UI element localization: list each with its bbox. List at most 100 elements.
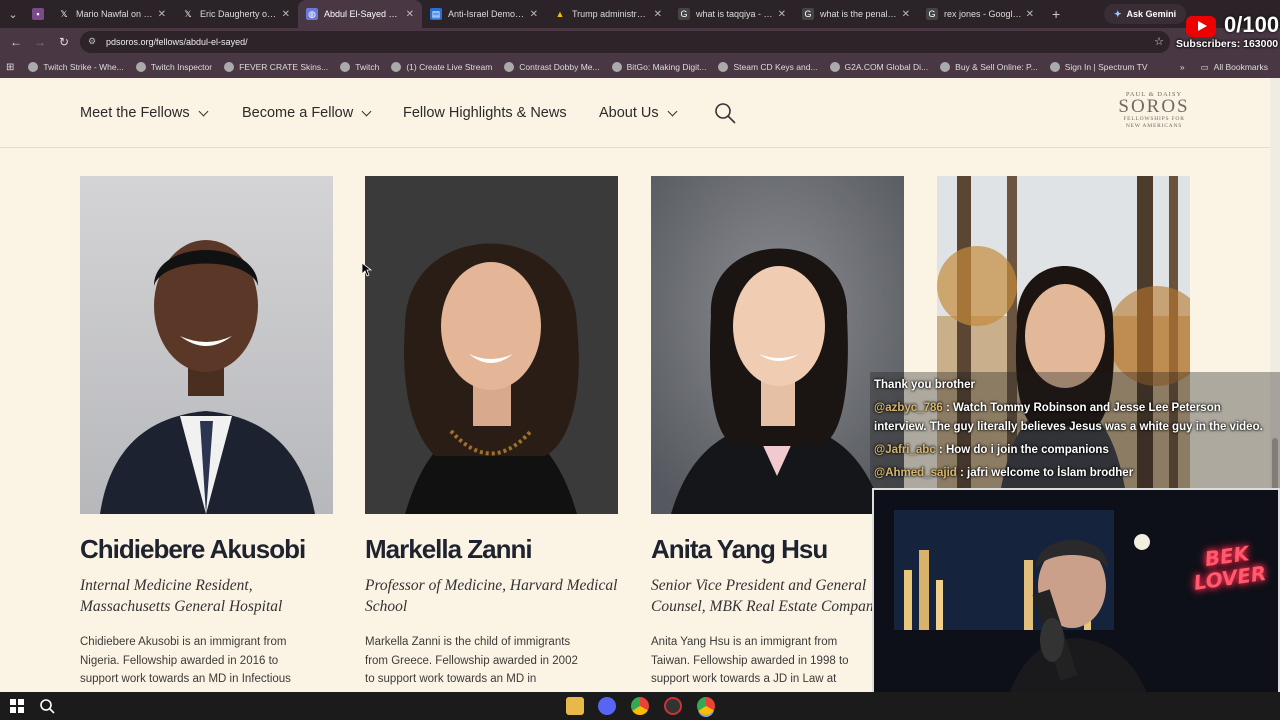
back-arrow-icon[interactable]: ← bbox=[4, 35, 28, 49]
tab-title: Mario Nawfal on X: "I bbox=[76, 9, 154, 19]
folder-icon: ▭ bbox=[1200, 61, 1209, 72]
browser-tab[interactable]: ▲ Trump administration ✕ bbox=[546, 0, 670, 28]
close-tab-icon[interactable]: ✕ bbox=[778, 9, 786, 20]
chat-message: interview. The guy literally believes Je… bbox=[874, 418, 1263, 437]
chrome-active-icon[interactable] bbox=[697, 697, 715, 715]
tab-title: Anti-Israel Democrat bbox=[448, 9, 526, 19]
fellow-bio: Chidiebere Akusobi is an immigrant from … bbox=[80, 636, 291, 692]
ask-gemini-label: Ask Gemini bbox=[1126, 9, 1177, 19]
browser-tab[interactable]: ▤ Anti-Israel Democrat ✕ bbox=[422, 0, 546, 28]
fellow-role: Senior Vice President and General Counse… bbox=[651, 577, 881, 615]
bookmark-label: Steam CD Keys and... bbox=[733, 62, 818, 72]
browser-tab[interactable]: Grex jones - Google Se ✕ bbox=[918, 0, 1042, 28]
file-explorer-icon[interactable] bbox=[566, 697, 584, 715]
globe-icon: ◍ bbox=[306, 8, 318, 20]
chat-message: @Jafri_abc : How do i join the companion… bbox=[874, 441, 1109, 460]
nav-fellow-highlights[interactable]: Fellow Highlights & News bbox=[403, 105, 567, 121]
fellow-name[interactable]: Markella Zanni bbox=[365, 534, 618, 565]
chat-user: @Ahmed_sajid bbox=[874, 467, 957, 479]
nav-label: Become a Fellow bbox=[242, 105, 354, 121]
bookmark-star-icon[interactable]: ☆ bbox=[1154, 35, 1164, 48]
close-tab-icon[interactable]: ✕ bbox=[158, 9, 166, 20]
tab-title: rex jones - Google Se bbox=[944, 9, 1022, 19]
forward-arrow-icon[interactable]: → bbox=[28, 35, 52, 49]
nav-label: Meet the Fellows bbox=[80, 105, 190, 121]
fellow-photo[interactable] bbox=[365, 176, 618, 514]
browser-tab[interactable]: 𝕏 Mario Nawfal on X: "I ✕ bbox=[50, 0, 174, 28]
close-tab-icon[interactable]: ✕ bbox=[530, 9, 538, 20]
bookmark-item[interactable]: G2A.COM Global Di... bbox=[829, 62, 929, 72]
fellow-photo[interactable] bbox=[651, 176, 904, 514]
new-tab-button[interactable]: + bbox=[1042, 6, 1070, 22]
fellow-name[interactable]: Anita Yang Hsu bbox=[651, 534, 904, 565]
bookmark-favicon-icon bbox=[718, 62, 729, 72]
bookmark-favicon-icon bbox=[611, 62, 622, 72]
fellow-card[interactable]: Markella Zanni Professor of Medicine, Ha… bbox=[365, 176, 618, 692]
browser-toolbar: ← → ↻ ⚙ pdsoros.org/fellows/abdul-el-say… bbox=[0, 28, 1280, 56]
chrome-icon[interactable] bbox=[631, 697, 649, 715]
tab-group-icon[interactable]: ▪ bbox=[26, 0, 50, 28]
mouse-cursor-icon bbox=[362, 263, 372, 277]
site-info-icon[interactable]: ⚙ bbox=[88, 36, 100, 48]
browser-tab[interactable]: 𝕏 Eric Daugherty on X: " ✕ bbox=[174, 0, 298, 28]
soros-fellowship-logo[interactable]: PAUL & DAISY SOROS FELLOWSHIPS FOR NEW A… bbox=[1117, 91, 1191, 130]
obs-icon[interactable] bbox=[664, 697, 682, 715]
browser-tab[interactable]: ◍ Abdul El-Sayed – Pau ✕ bbox=[298, 0, 422, 28]
tab-title: what is the penalty fo bbox=[820, 9, 898, 19]
search-icon[interactable] bbox=[38, 697, 56, 715]
subscriber-count: Subscribers: 163000 bbox=[1176, 38, 1279, 50]
reload-icon[interactable]: ↻ bbox=[52, 35, 76, 49]
search-icon[interactable] bbox=[714, 102, 736, 124]
all-bookmarks-button[interactable]: » ▭ All Bookmarks bbox=[1180, 56, 1268, 78]
close-tab-icon[interactable]: ✕ bbox=[902, 9, 910, 20]
browser-tab[interactable]: Gwhat is taqqiya - Goo ✕ bbox=[670, 0, 794, 28]
bookmark-item[interactable]: Twitch bbox=[340, 62, 379, 72]
tab-title: what is taqqiya - Goo bbox=[696, 9, 774, 19]
nav-meet-the-fellows[interactable]: Meet the Fellows bbox=[80, 105, 209, 121]
site-navigation: Meet the Fellows Become a Fellow Fellow … bbox=[0, 78, 1270, 148]
close-tab-icon[interactable]: ✕ bbox=[406, 9, 414, 20]
bookmark-label: G2A.COM Global Di... bbox=[844, 62, 929, 72]
chevron-down-icon bbox=[361, 106, 372, 116]
bookmark-item[interactable]: (1) Create Live Stream bbox=[391, 62, 492, 72]
chat-message: @azbyc_786 : Watch Tommy Robinson and Je… bbox=[874, 399, 1221, 418]
close-tab-icon[interactable]: ✕ bbox=[282, 9, 290, 20]
logo-line3: FELLOWSHIPS FOR bbox=[1123, 116, 1185, 122]
google-icon: G bbox=[678, 8, 690, 20]
bookmark-item[interactable]: Steam CD Keys and... bbox=[718, 62, 818, 72]
bookmark-item[interactable]: Buy & Sell Online: P... bbox=[940, 62, 1038, 72]
nav-become-a-fellow[interactable]: Become a Fellow bbox=[242, 105, 372, 121]
bookmark-favicon-icon bbox=[391, 62, 402, 72]
bookmark-item[interactable]: Twitch Inspector bbox=[135, 62, 212, 72]
browser-tab[interactable]: Gwhat is the penalty fo ✕ bbox=[794, 0, 918, 28]
fellow-card[interactable]: Chidiebere Akusobi Internal Medicine Res… bbox=[80, 176, 333, 692]
bookmark-favicon-icon bbox=[135, 62, 146, 72]
chat-message: @Ahmed_sajid : jafri welcome to İslam br… bbox=[874, 464, 1133, 483]
bookmark-item[interactable]: Twitch Strike - Whe... bbox=[28, 62, 124, 72]
url-text: pdsoros.org/fellows/abdul-el-sayed/ bbox=[106, 37, 248, 47]
apps-grid-icon[interactable]: ⊞ bbox=[6, 62, 14, 73]
more-chevron-icon[interactable]: » bbox=[1180, 62, 1185, 72]
close-tab-icon[interactable]: ✕ bbox=[1026, 9, 1034, 20]
fellow-card[interactable]: Anita Yang Hsu Senior Vice President and… bbox=[651, 176, 904, 692]
chat-user: @azbyc_786 bbox=[874, 402, 943, 414]
discord-icon[interactable] bbox=[598, 697, 616, 715]
tab-search-chevron-icon[interactable]: ⌄ bbox=[0, 0, 26, 28]
nav-about-us[interactable]: About Us bbox=[599, 105, 678, 121]
bookmark-item[interactable]: BitGo: Making Digit... bbox=[611, 62, 706, 72]
bookmark-item[interactable]: Contrast Dobby Me... bbox=[504, 62, 600, 72]
fellow-photo[interactable] bbox=[80, 176, 333, 514]
ask-gemini-button[interactable]: ✦ Ask Gemini bbox=[1104, 4, 1187, 24]
address-bar[interactable]: ⚙ pdsoros.org/fellows/abdul-el-sayed/ ☆ bbox=[80, 31, 1170, 53]
close-tab-icon[interactable]: ✕ bbox=[654, 9, 662, 20]
fellow-bio: Anita Yang Hsu is an immigrant from Taiw… bbox=[651, 636, 849, 692]
bookmark-item[interactable]: FEVER CRATE Skins... bbox=[224, 62, 328, 72]
bookmark-label: (1) Create Live Stream bbox=[406, 62, 493, 72]
chat-message: Thank you brother bbox=[874, 376, 975, 395]
windows-start-icon[interactable] bbox=[8, 697, 26, 715]
bookmark-label: FEVER CRATE Skins... bbox=[239, 62, 329, 72]
google-icon: G bbox=[926, 8, 938, 20]
stream-chat-overlay: Thank you brother @azbyc_786 : Watch Tom… bbox=[870, 372, 1280, 488]
fellow-name[interactable]: Chidiebere Akusobi bbox=[80, 534, 333, 565]
bookmark-item[interactable]: Sign In | Spectrum TV bbox=[1049, 62, 1148, 72]
